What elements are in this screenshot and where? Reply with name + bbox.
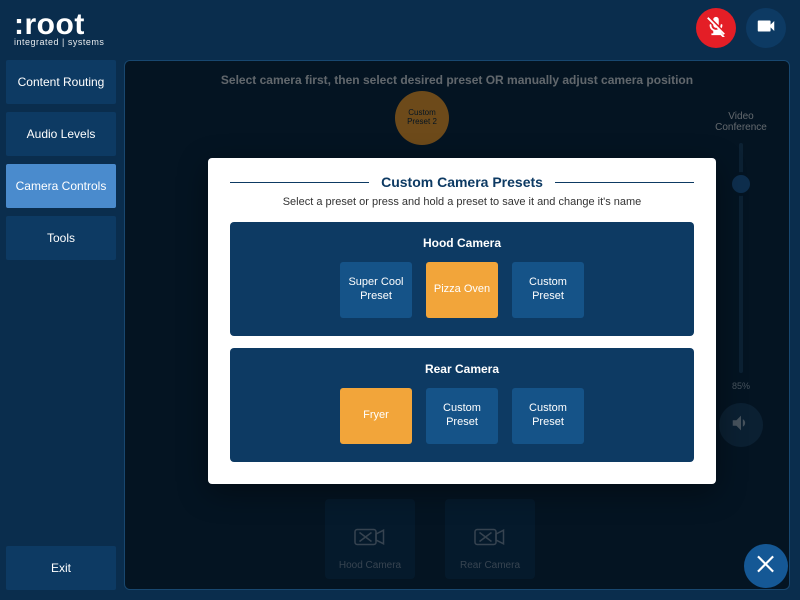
sidebar-nav: Content Routing Audio Levels Camera Cont… <box>6 60 116 260</box>
sidebar-item-label: Audio Levels <box>27 127 96 141</box>
preset-label: Custom Preset <box>430 402 494 430</box>
sidebar-exit-wrap: Exit <box>6 546 116 590</box>
modal-subtitle: Select a preset or press and hold a pres… <box>230 196 694 208</box>
brand-tagline: integrated | systems <box>14 38 104 47</box>
brand-name: :root <box>14 10 104 40</box>
preset-button[interactable]: Custom Preset <box>512 388 584 444</box>
mic-off-icon <box>705 15 727 42</box>
brand-logo: :root integrated | systems <box>14 10 104 47</box>
preset-button[interactable]: Custom Preset <box>426 388 498 444</box>
exit-label: Exit <box>51 561 71 575</box>
video-camera-icon <box>755 15 777 42</box>
preset-label: Pizza Oven <box>434 283 490 297</box>
preset-button[interactable]: Super Cool Preset <box>340 262 412 318</box>
preset-button[interactable]: Fryer <box>340 388 412 444</box>
preset-label: Custom Preset <box>516 276 580 304</box>
exit-button[interactable]: Exit <box>6 546 116 590</box>
modal-header: Custom Camera Presets <box>230 174 694 190</box>
preset-group-hood: Hood Camera Super Cool Preset Pizza Oven… <box>230 222 694 336</box>
video-button[interactable] <box>746 8 786 48</box>
sidebar-item-tools[interactable]: Tools <box>6 216 116 260</box>
preset-label: Custom Preset <box>516 402 580 430</box>
close-icon <box>753 551 779 582</box>
preset-button[interactable]: Custom Preset <box>512 262 584 318</box>
modal-title: Custom Camera Presets <box>381 174 543 190</box>
preset-button[interactable]: Pizza Oven <box>426 262 498 318</box>
top-bar: :root integrated | systems <box>0 0 800 56</box>
preset-group-rear: Rear Camera Fryer Custom Preset Custom P… <box>230 348 694 462</box>
close-button[interactable] <box>744 544 788 588</box>
preset-group-title: Hood Camera <box>248 236 676 250</box>
sidebar-item-label: Tools <box>47 231 75 245</box>
preset-label: Fryer <box>363 409 389 423</box>
mic-mute-button[interactable] <box>696 8 736 48</box>
header-rule-right <box>555 182 694 183</box>
sidebar-item-audio-levels[interactable]: Audio Levels <box>6 112 116 156</box>
preset-label: Super Cool Preset <box>344 276 408 304</box>
sidebar-item-camera-controls[interactable]: Camera Controls <box>6 164 116 208</box>
sidebar-item-label: Content Routing <box>18 75 105 89</box>
sidebar-item-content-routing[interactable]: Content Routing <box>6 60 116 104</box>
header-rule-left <box>230 182 369 183</box>
sidebar-item-label: Camera Controls <box>16 179 107 193</box>
custom-presets-modal: Custom Camera Presets Select a preset or… <box>208 158 716 484</box>
preset-group-title: Rear Camera <box>248 362 676 376</box>
